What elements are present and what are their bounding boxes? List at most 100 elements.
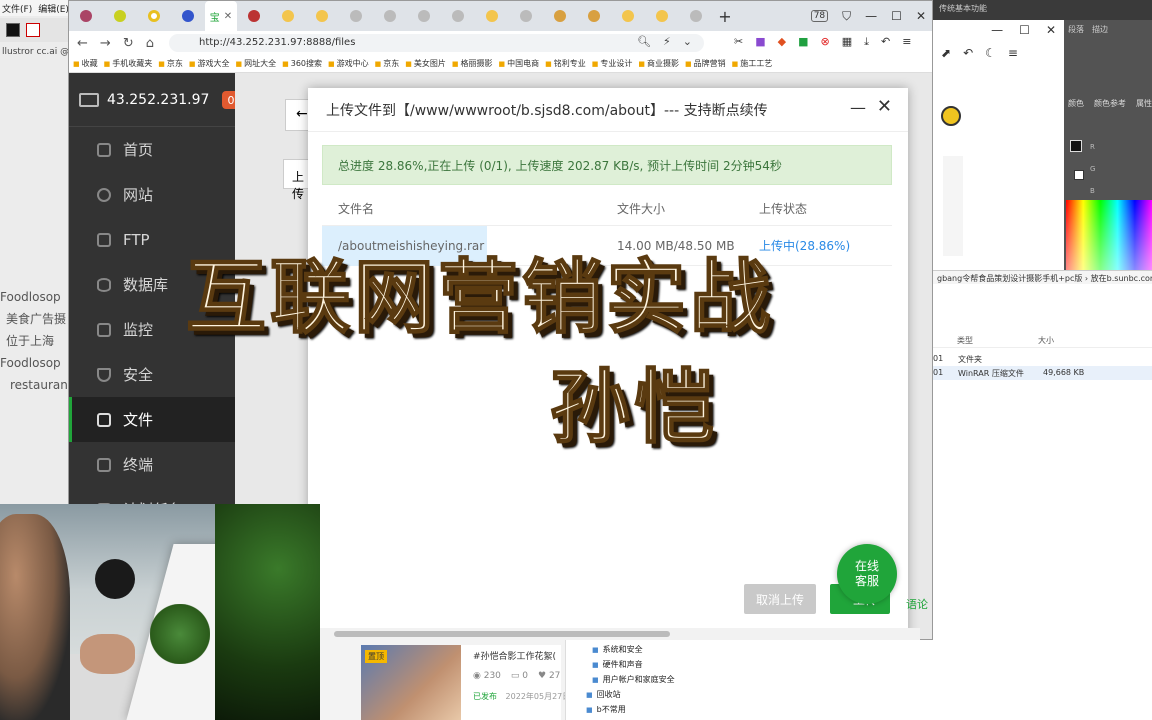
- close-icon[interactable]: ✕: [877, 96, 892, 117]
- menu-icon[interactable]: ≡: [1008, 46, 1018, 60]
- tab-count-badge[interactable]: 78: [810, 10, 829, 22]
- bookmark-item[interactable]: 铭利专业: [545, 58, 586, 69]
- apps-icon[interactable]: ▦: [842, 35, 852, 49]
- browser-tab[interactable]: [271, 1, 305, 31]
- new-tab-button[interactable]: +: [713, 7, 737, 26]
- pointer-icon[interactable]: ⬈: [941, 46, 951, 60]
- sidebar-item-home[interactable]: 首页: [69, 127, 235, 172]
- tree-item[interactable]: 硬件和声音: [592, 659, 643, 670]
- extension-icon[interactable]: ◆: [778, 35, 786, 49]
- bookmark-item[interactable]: 游戏大全: [189, 58, 230, 69]
- extension-icon[interactable]: ■: [755, 35, 765, 49]
- minimize-icon[interactable]: —: [865, 9, 877, 23]
- bookmark-item[interactable]: 游戏中心: [328, 58, 369, 69]
- bookmark-item[interactable]: 网址大全: [236, 58, 276, 69]
- fill-swatch[interactable]: [6, 23, 20, 37]
- close-window-icon[interactable]: ✕: [916, 9, 926, 23]
- close-window-icon[interactable]: ✕: [1046, 23, 1056, 37]
- bookmark-item[interactable]: 专业设计: [592, 58, 632, 69]
- tab-paragraph[interactable]: 段落: [1068, 24, 1084, 34]
- close-tab-icon[interactable]: ✕: [224, 11, 232, 22]
- background-swatch[interactable]: [1074, 170, 1084, 180]
- menu-file[interactable]: 文件(F): [2, 2, 32, 15]
- home-icon[interactable]: ⌂: [146, 36, 154, 51]
- workspace-label[interactable]: 传统基本功能: [939, 4, 987, 13]
- maximize-icon[interactable]: ☐: [891, 9, 902, 23]
- bookmark-item[interactable]: 品牌营销: [685, 58, 726, 69]
- download-icon[interactable]: ⤓: [864, 35, 869, 49]
- browser-tab[interactable]: [407, 1, 441, 31]
- bookmark-item[interactable]: 收藏: [73, 58, 98, 69]
- column-size[interactable]: 大小: [1038, 335, 1054, 346]
- foreground-swatch[interactable]: [1070, 140, 1082, 152]
- browser-tab[interactable]: [103, 1, 137, 31]
- minimize-icon[interactable]: —: [850, 98, 866, 117]
- sidebar-item-terminal[interactable]: 终端: [69, 442, 235, 487]
- sidebar-item-files[interactable]: 文件: [69, 397, 235, 442]
- browser-tab[interactable]: [577, 1, 611, 31]
- browser-tab[interactable]: [237, 1, 271, 31]
- tree-item[interactable]: 回收站: [586, 689, 621, 700]
- post-title[interactable]: #孙恺合影工作花絮(: [473, 649, 556, 662]
- url-input[interactable]: http://43.252.231.97:8888/files: [169, 34, 704, 52]
- shirt-icon[interactable]: ⛉: [842, 9, 851, 24]
- extension-icon[interactable]: ■: [798, 35, 808, 49]
- tree-item[interactable]: 用户帐户和家庭安全: [592, 674, 675, 685]
- browser-tab[interactable]: [509, 1, 543, 31]
- extension-icon[interactable]: ⊗: [821, 35, 830, 49]
- explorer-path[interactable]: gbang令帮食品策划设计摄影手机+pc版 › 放在b.sunbc.com: [933, 270, 1152, 284]
- illustrator-doc-tab[interactable]: llustror cc.ai @: [0, 44, 68, 62]
- post-card[interactable]: 置顶 #孙恺合影工作花絮( ◉ 230 ▭ 0 ♥ 27 已发布 2022年05…: [361, 645, 570, 720]
- browser-tab[interactable]: [137, 1, 171, 31]
- zoom-icon[interactable]: 🔍︎: [637, 35, 651, 48]
- bookmark-item[interactable]: 商业摄影: [638, 58, 679, 69]
- browser-tab[interactable]: [373, 1, 407, 31]
- browser-tab[interactable]: [645, 1, 679, 31]
- cancel-upload-button[interactable]: 取消上传: [744, 584, 816, 614]
- browser-tab[interactable]: [475, 1, 509, 31]
- bookmark-item[interactable]: 京东: [158, 58, 183, 69]
- bookmark-item[interactable]: 京东: [375, 58, 399, 69]
- color-spectrum[interactable]: [1066, 200, 1152, 270]
- undo-icon[interactable]: ↶: [881, 35, 890, 49]
- reload-icon[interactable]: ↻: [123, 36, 134, 51]
- bookmark-item[interactable]: 手机收藏夹: [104, 58, 152, 69]
- menu-edit[interactable]: 编辑(E): [38, 2, 68, 15]
- browser-tab[interactable]: [171, 1, 205, 31]
- scrollbar-thumb[interactable]: [334, 631, 670, 637]
- browser-tab[interactable]: [543, 1, 577, 31]
- browser-tab[interactable]: [611, 1, 645, 31]
- browser-tab[interactable]: [69, 1, 103, 31]
- bookmark-item[interactable]: 美女图片: [405, 58, 446, 69]
- browser-tab[interactable]: [441, 1, 475, 31]
- browser-tab[interactable]: [679, 1, 713, 31]
- bookmark-item[interactable]: 格丽摄影: [452, 58, 493, 69]
- horizontal-scrollbar[interactable]: [320, 628, 920, 640]
- tab-properties[interactable]: 属性: [1136, 98, 1152, 114]
- explorer-row[interactable]: 01 文件夹: [933, 352, 1152, 366]
- explorer-row[interactable]: 01 WinRAR 压缩文件 49,668 KB: [933, 366, 1152, 380]
- bookmark-item[interactable]: 中国电商: [499, 58, 539, 69]
- dropdown-icon[interactable]: ⌄: [683, 35, 692, 48]
- stroke-swatch[interactable]: [26, 23, 40, 37]
- browser-tab-active[interactable]: 宝 ✕: [205, 1, 237, 31]
- undo-icon[interactable]: ↶: [963, 46, 973, 60]
- sidebar-item-website[interactable]: 网站: [69, 172, 235, 217]
- maximize-icon[interactable]: ☐: [1019, 23, 1030, 37]
- menu-icon[interactable]: ≡: [902, 35, 911, 49]
- moon-icon[interactable]: ☾: [985, 46, 996, 60]
- tab-stroke[interactable]: 描边: [1092, 24, 1108, 34]
- browser-tab[interactable]: [305, 1, 339, 31]
- sidebar-item-security[interactable]: 安全: [69, 352, 235, 397]
- tab-color[interactable]: 颜色: [1068, 98, 1084, 114]
- online-service-button[interactable]: 在线 客服: [837, 544, 897, 604]
- tree-item[interactable]: b不常用: [586, 704, 626, 715]
- lightning-icon[interactable]: ⚡︎: [663, 35, 671, 48]
- tree-item[interactable]: 系统和安全: [592, 644, 643, 655]
- bookmark-item[interactable]: 360搜索: [282, 58, 322, 69]
- tab-color-ref[interactable]: 颜色参考: [1094, 98, 1126, 114]
- column-type[interactable]: 类型: [957, 335, 973, 346]
- back-icon[interactable]: ←: [77, 36, 88, 51]
- minimize-icon[interactable]: —: [991, 23, 1003, 37]
- scissors-icon[interactable]: ✂: [734, 35, 743, 49]
